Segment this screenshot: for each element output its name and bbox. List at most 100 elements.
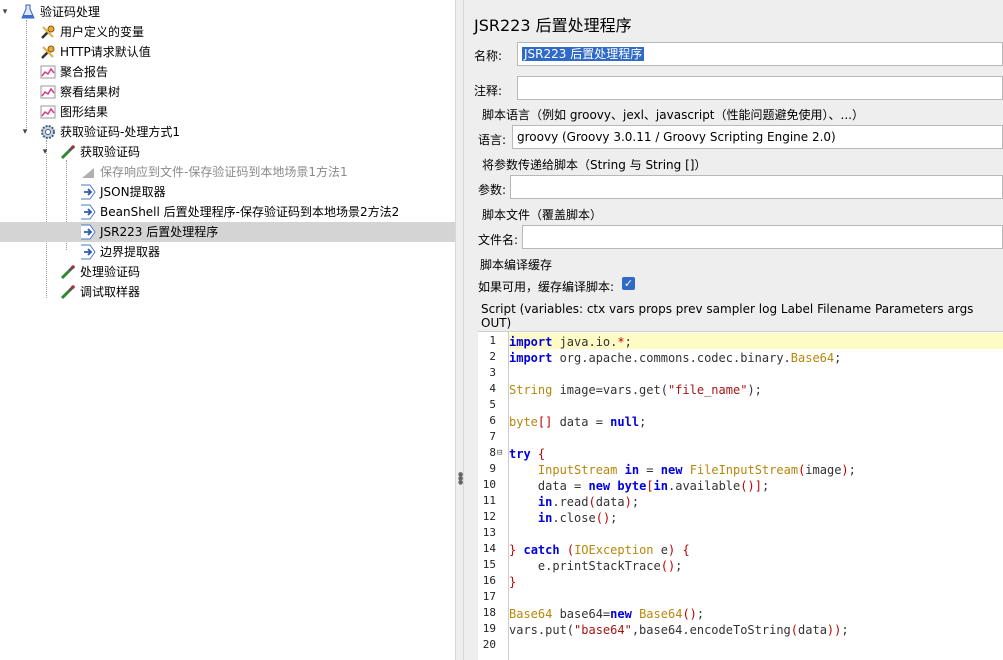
- code-line[interactable]: in.read(data);: [509, 494, 639, 510]
- pipette-sampler-icon: [60, 264, 76, 280]
- chart-listener-icon: [40, 64, 56, 80]
- line-number: 8: [489, 446, 496, 459]
- name-field[interactable]: JSR223 后置处理程序: [517, 42, 1003, 66]
- tree-node[interactable]: 边界提取器: [0, 242, 455, 262]
- tree-node[interactable]: 图形结果: [0, 102, 455, 122]
- tree-node-label: 调试取样器: [80, 285, 141, 299]
- comment-label: 注释:: [474, 84, 503, 98]
- code-line[interactable]: import java.io.*;: [509, 334, 632, 350]
- wrench-config-icon: [40, 44, 56, 60]
- comment-field[interactable]: [517, 76, 1003, 100]
- panel-title: JSR223 后置处理程序: [474, 16, 632, 35]
- line-number: 7: [489, 430, 496, 443]
- split-pane-divider[interactable]: ● ● ●: [455, 0, 464, 660]
- disabled-listener-icon: [80, 164, 96, 180]
- tree-node[interactable]: JSON提取器: [0, 182, 455, 202]
- line-number: 4: [489, 382, 496, 395]
- line-number: 3: [489, 366, 496, 379]
- language-select[interactable]: groovy (Groovy 3.0.11 / Groovy Scripting…: [512, 125, 1003, 149]
- tree-node-label: 获取验证码-处理方式1: [60, 125, 180, 139]
- line-number: 11: [482, 494, 496, 507]
- tree-node-label: BeanShell 后置处理程序-保存验证码到本地场景2方法2: [100, 205, 400, 219]
- line-number: 10: [482, 478, 496, 491]
- code-line[interactable]: byte[] data = null;: [509, 414, 646, 430]
- code-line[interactable]: e.printStackTrace();: [509, 558, 683, 574]
- code-line[interactable]: } catch (IOException e) {: [509, 542, 690, 558]
- tree-node-label: 处理验证码: [80, 265, 141, 279]
- fold-collapse-icon[interactable]: ⊟: [497, 448, 502, 458]
- line-number: 19: [482, 622, 496, 635]
- code-line[interactable]: import org.apache.commons.codec.binary.B…: [509, 350, 841, 366]
- line-number: 17: [482, 590, 496, 603]
- tree-node[interactable]: ▾ 验证码处理: [0, 2, 455, 22]
- tree-node[interactable]: JSR223 后置处理程序: [0, 222, 455, 242]
- tree-node[interactable]: BeanShell 后置处理程序-保存验证码到本地场景2方法2: [0, 202, 455, 222]
- filename-label: 文件名:: [478, 233, 519, 247]
- line-number: 15: [482, 558, 496, 571]
- tree-node-label: 用户定义的变量: [60, 25, 145, 39]
- tree-node[interactable]: ▾ 获取验证码-处理方式1: [0, 122, 455, 142]
- chart-listener-icon: [40, 104, 56, 120]
- tree-node-label: 察看结果树: [60, 85, 121, 99]
- tree-node[interactable]: 聚合报告: [0, 62, 455, 82]
- language-label: 语言:: [478, 133, 507, 147]
- line-number: 16: [482, 574, 496, 587]
- code-line[interactable]: try {: [509, 446, 545, 462]
- script-editor[interactable]: 1 2 3 4 5 6 7 8 ⊟ 9 10 11 12 13 14 15 16 17 18 19 20 import …: [478, 331, 1003, 660]
- post-processor-arrow-icon: [80, 184, 96, 200]
- line-number: 6: [489, 414, 496, 427]
- line-number: 12: [482, 510, 496, 523]
- post-processor-arrow-icon: [80, 204, 96, 220]
- name-field-selected-text: JSR223 后置处理程序: [522, 47, 645, 61]
- tree-node[interactable]: ▾ 获取验证码: [0, 142, 455, 162]
- tree-node[interactable]: 察看结果树: [0, 82, 455, 102]
- wrench-config-icon: [40, 24, 56, 40]
- tree-node[interactable]: 用户定义的变量: [0, 22, 455, 42]
- parameters-field[interactable]: [510, 175, 1003, 199]
- code-line[interactable]: vars.put("base64",base64.encodeToString(…: [509, 622, 849, 638]
- expand-toggle-icon[interactable]: ▾: [0, 2, 10, 22]
- name-label: 名称:: [474, 49, 503, 63]
- tree-node-label: 验证码处理: [40, 5, 101, 19]
- code-line[interactable]: data = new byte[in.available()];: [509, 478, 769, 494]
- tree-node-label: JSR223 后置处理程序: [100, 225, 219, 239]
- code-line[interactable]: }: [509, 574, 516, 590]
- tree-node-label: 图形结果: [60, 105, 109, 119]
- tree-node[interactable]: 调试取样器: [0, 282, 455, 302]
- code-line[interactable]: in.close();: [509, 510, 618, 526]
- cache-compiled-script-checkbox[interactable]: ✓: [622, 277, 635, 290]
- pipette-sampler-icon: [60, 284, 76, 300]
- tree-node-label: 聚合报告: [60, 65, 109, 79]
- line-number: 2: [489, 350, 496, 363]
- line-number: 18: [482, 606, 496, 619]
- line-number-gutter: 1 2 3 4 5 6 7 8 ⊟ 9 10 11 12 13 14 15 16 17 18 19 20: [478, 332, 509, 660]
- line-number: 20: [482, 638, 496, 651]
- tree-node-label: 获取验证码: [80, 145, 141, 159]
- script-file-section-title: 脚本文件（覆盖脚本）: [482, 208, 603, 222]
- expand-toggle-icon[interactable]: ▾: [20, 122, 30, 142]
- line-number: 5: [489, 398, 496, 411]
- line-number: 9: [489, 462, 496, 475]
- divider-grip-icon[interactable]: ● ● ●: [458, 472, 463, 486]
- tree-node[interactable]: 处理验证码: [0, 262, 455, 282]
- code-line[interactable]: Base64 base64=new Base64();: [509, 606, 704, 622]
- line-number: 13: [482, 526, 496, 539]
- tree-node-label: 边界提取器: [100, 245, 161, 259]
- chart-listener-icon: [40, 84, 56, 100]
- tree-node-label: JSON提取器: [100, 185, 166, 199]
- filename-field[interactable]: [522, 225, 1003, 249]
- test-plan-tree[interactable]: ▾ 验证码处理用户定义的变量 HTTP请求默认值聚合报告察看结果树图形结果 ▾ 获取验证…: [0, 0, 455, 660]
- parameters-section-title: 将参数传递给脚本（String 与 String []）: [482, 158, 707, 172]
- tree-node[interactable]: 保存响应到文件-保存验证码到本地场景1方法1: [0, 162, 455, 182]
- post-processor-arrow-icon: [80, 244, 96, 260]
- line-number: 1: [489, 334, 496, 347]
- code-line[interactable]: InputStream in = new FileInputStream(ima…: [509, 462, 856, 478]
- code-line[interactable]: String image=vars.get("file_name");: [509, 382, 762, 398]
- language-section-title: 脚本语言（例如 groovy、jexl、javascript（性能问题避免使用）…: [482, 108, 864, 122]
- test-plan-flask-icon: [20, 4, 36, 20]
- script-variables-label: Script (variables: ctx vars props prev s…: [481, 302, 974, 330]
- jsr223-settings-panel: JSR223 后置处理程序 名称: JSR223 后置处理程序 注释: 脚本语言…: [464, 0, 1003, 660]
- compilation-cache-section-title: 脚本编译缓存: [480, 258, 553, 272]
- expand-toggle-icon[interactable]: ▾: [40, 142, 50, 162]
- tree-node[interactable]: HTTP请求默认值: [0, 42, 455, 62]
